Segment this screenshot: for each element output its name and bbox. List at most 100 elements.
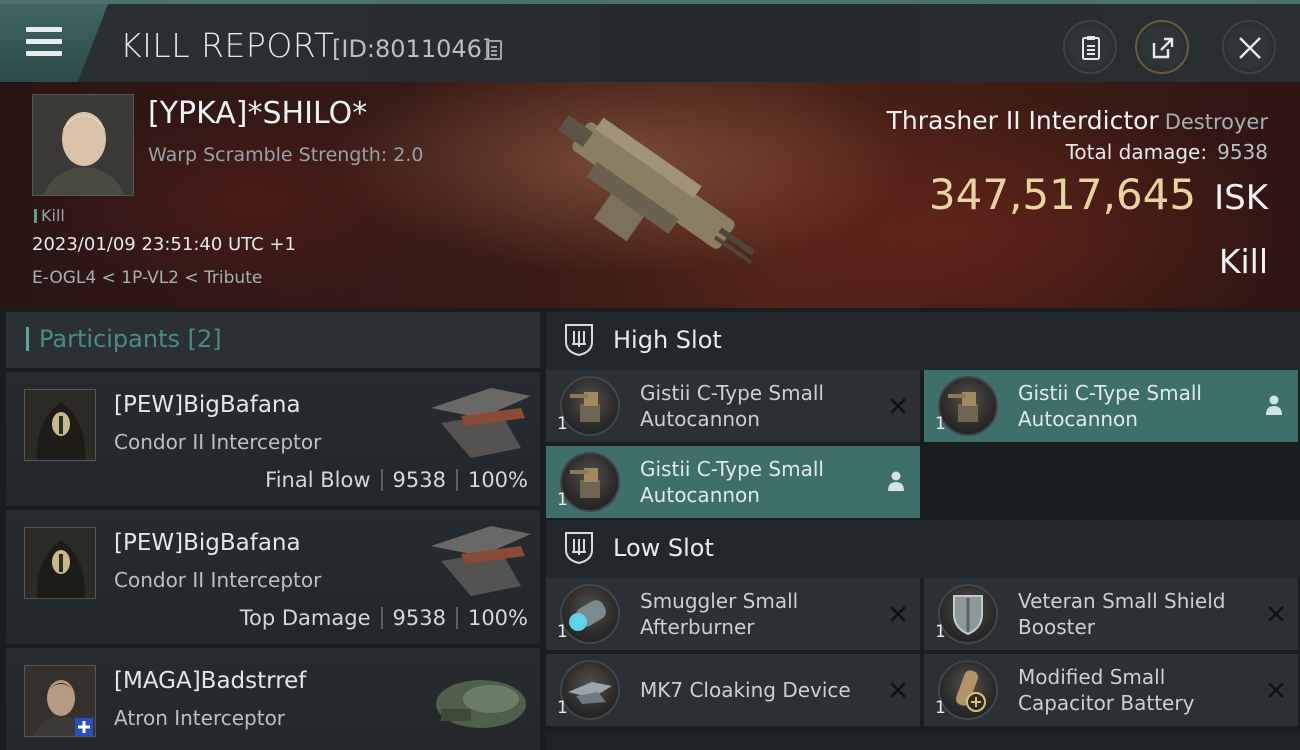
module-name: Gistii C-Type Small Autocannon <box>1018 381 1202 431</box>
destroyed-icon <box>1268 606 1284 622</box>
isk-amount: 347,517,645 <box>928 170 1197 219</box>
module-qty: 1 <box>557 414 568 434</box>
kill-datetime: 2023/01/09 23:51:40 UTC +1 <box>32 234 296 255</box>
close-button[interactable] <box>1222 20 1276 74</box>
participant-ship: Condor II Interceptor <box>114 430 322 454</box>
participant-stats: Final Blow 9538 100% <box>265 468 528 492</box>
module-qty: 1 <box>935 414 946 434</box>
module-item[interactable]: 1 Modified Small Capacitor Battery <box>924 654 1298 726</box>
participant-row[interactable]: [PEW]BigBafana Condor II Interceptor Top… <box>6 510 540 644</box>
participants-label: Participants [2] <box>26 325 222 353</box>
module-qty: 1 <box>557 622 568 642</box>
module-item[interactable]: 1 Smuggler Small Afterburner <box>546 578 920 650</box>
participants-title: Participants <box>39 325 180 353</box>
kill-type: Kill <box>1218 242 1268 281</box>
clipboard-icon <box>1082 36 1100 60</box>
clipboard-button[interactable] <box>1063 20 1117 74</box>
kill-tag: Kill <box>34 206 65 225</box>
participant-name: [MAGA]Badstrref <box>114 668 307 694</box>
menu-button[interactable] <box>0 4 108 82</box>
dropped-person-icon <box>1266 395 1282 415</box>
participant-damage: 9538 <box>392 606 446 630</box>
participant-percent: 100% <box>467 468 528 492</box>
participant-ship: Atron Interceptor <box>114 706 286 730</box>
participant-row[interactable]: [PEW]BigBafana Condor II Interceptor Fin… <box>6 372 540 506</box>
victim-portrait[interactable] <box>32 94 134 196</box>
fitting-panel: High Slot 1 Gistii C-Type Small Autocann… <box>546 312 1300 750</box>
victim-subtitle: Warp Scramble Strength: 2.0 <box>148 144 424 166</box>
high-slot-icon <box>565 324 593 356</box>
participant-role: Final Blow <box>265 468 371 492</box>
participant-percent: 100% <box>467 606 528 630</box>
victim-name[interactable]: [YPKA]*SHILO* <box>148 96 367 131</box>
close-icon <box>1239 37 1261 59</box>
module-qty: 1 <box>557 490 568 510</box>
participant-stats: Top Damage 9538 100% <box>240 606 528 630</box>
module-name: Gistii C-Type Small Autocannon <box>640 381 824 431</box>
participant-ship-image <box>436 680 526 728</box>
kill-location[interactable]: E-OGL4 < 1P-VL2 < Tribute <box>32 268 262 288</box>
module-qty: 1 <box>935 622 946 642</box>
module-name: Gistii C-Type Small Autocannon <box>640 457 824 507</box>
high-slot-header: High Slot <box>546 312 1300 370</box>
share-icon <box>1152 37 1174 59</box>
participant-row[interactable]: [MAGA]Badstrref Atron Interceptor <box>6 648 540 750</box>
next-slot-header <box>546 732 1300 750</box>
module-item[interactable]: 1 Gistii C-Type Small Autocannon <box>924 370 1298 442</box>
participant-ship-image <box>431 526 531 596</box>
isk-unit: ISK <box>1214 178 1268 218</box>
module-name: Modified Small Capacitor Battery <box>1018 665 1195 715</box>
participants-header: Participants [2] <box>6 312 540 368</box>
ship-class: Destroyer <box>1164 110 1268 134</box>
afterburner-icon <box>560 584 620 644</box>
module-item[interactable]: 1 Gistii C-Type Small Autocannon <box>546 446 920 518</box>
high-slot-label: High Slot <box>613 326 722 354</box>
victim-ship-image[interactable] <box>528 90 778 300</box>
autocannon-icon <box>560 452 620 512</box>
low-slot-icon <box>565 532 593 564</box>
isk-value: 347,517,645 ISK <box>929 170 1268 219</box>
cloaking-device-icon <box>560 660 620 720</box>
report-id: [ID:8011046] <box>332 35 492 63</box>
participant-name: [PEW]BigBafana <box>114 392 301 418</box>
total-damage-value: 9538 <box>1217 140 1268 164</box>
participant-avatar[interactable] <box>24 389 96 461</box>
participants-panel: Participants [2] [PEW]BigBafana Condor I… <box>6 312 540 750</box>
ship-type: Thrasher II Interdictor <box>886 106 1159 135</box>
low-slot-header: Low Slot <box>546 520 1300 578</box>
hamburger-icon <box>26 27 62 57</box>
low-slot-label: Low Slot <box>613 534 714 562</box>
module-item[interactable]: 1 Veteran Small Shield Booster <box>924 578 1298 650</box>
participant-name: [PEW]BigBafana <box>114 530 301 556</box>
module-name: MK7 Cloaking Device <box>640 678 851 702</box>
participants-count: [2] <box>187 325 222 353</box>
module-item[interactable]: 1 Gistii C-Type Small Autocannon <box>546 370 920 442</box>
total-damage: Total damage: 9538 <box>1066 140 1268 164</box>
module-name: Smuggler Small Afterburner <box>640 589 799 639</box>
module-qty: 1 <box>935 698 946 718</box>
victim-ship-name[interactable]: Thrasher II Interdictor Destroyer <box>887 106 1268 135</box>
share-button[interactable] <box>1135 20 1189 74</box>
module-qty: 1 <box>557 698 568 718</box>
copy-icon[interactable] <box>486 40 502 60</box>
participant-role: Top Damage <box>239 606 371 630</box>
participant-avatar[interactable] <box>24 527 96 599</box>
participant-avatar[interactable] <box>24 665 96 737</box>
shield-booster-icon <box>938 584 998 644</box>
module-name: Veteran Small Shield Booster <box>1018 589 1226 639</box>
page-title: KILL REPORT <box>120 26 335 65</box>
participant-ship: Condor II Interceptor <box>114 568 322 592</box>
top-bar: KILL REPORT [ID:8011046] <box>0 0 1300 82</box>
capacitor-battery-icon <box>938 660 998 720</box>
autocannon-icon <box>938 376 998 436</box>
autocannon-icon <box>560 376 620 436</box>
module-item[interactable]: 1 MK7 Cloaking Device <box>546 654 920 726</box>
destroyed-icon <box>890 398 906 414</box>
total-damage-label: Total damage: <box>1065 140 1208 164</box>
participant-damage: 9538 <box>392 468 446 492</box>
destroyed-icon <box>890 606 906 622</box>
destroyed-icon <box>1268 682 1284 698</box>
dropped-person-icon <box>888 471 904 491</box>
destroyed-icon <box>890 682 906 698</box>
participant-ship-image <box>431 388 531 458</box>
